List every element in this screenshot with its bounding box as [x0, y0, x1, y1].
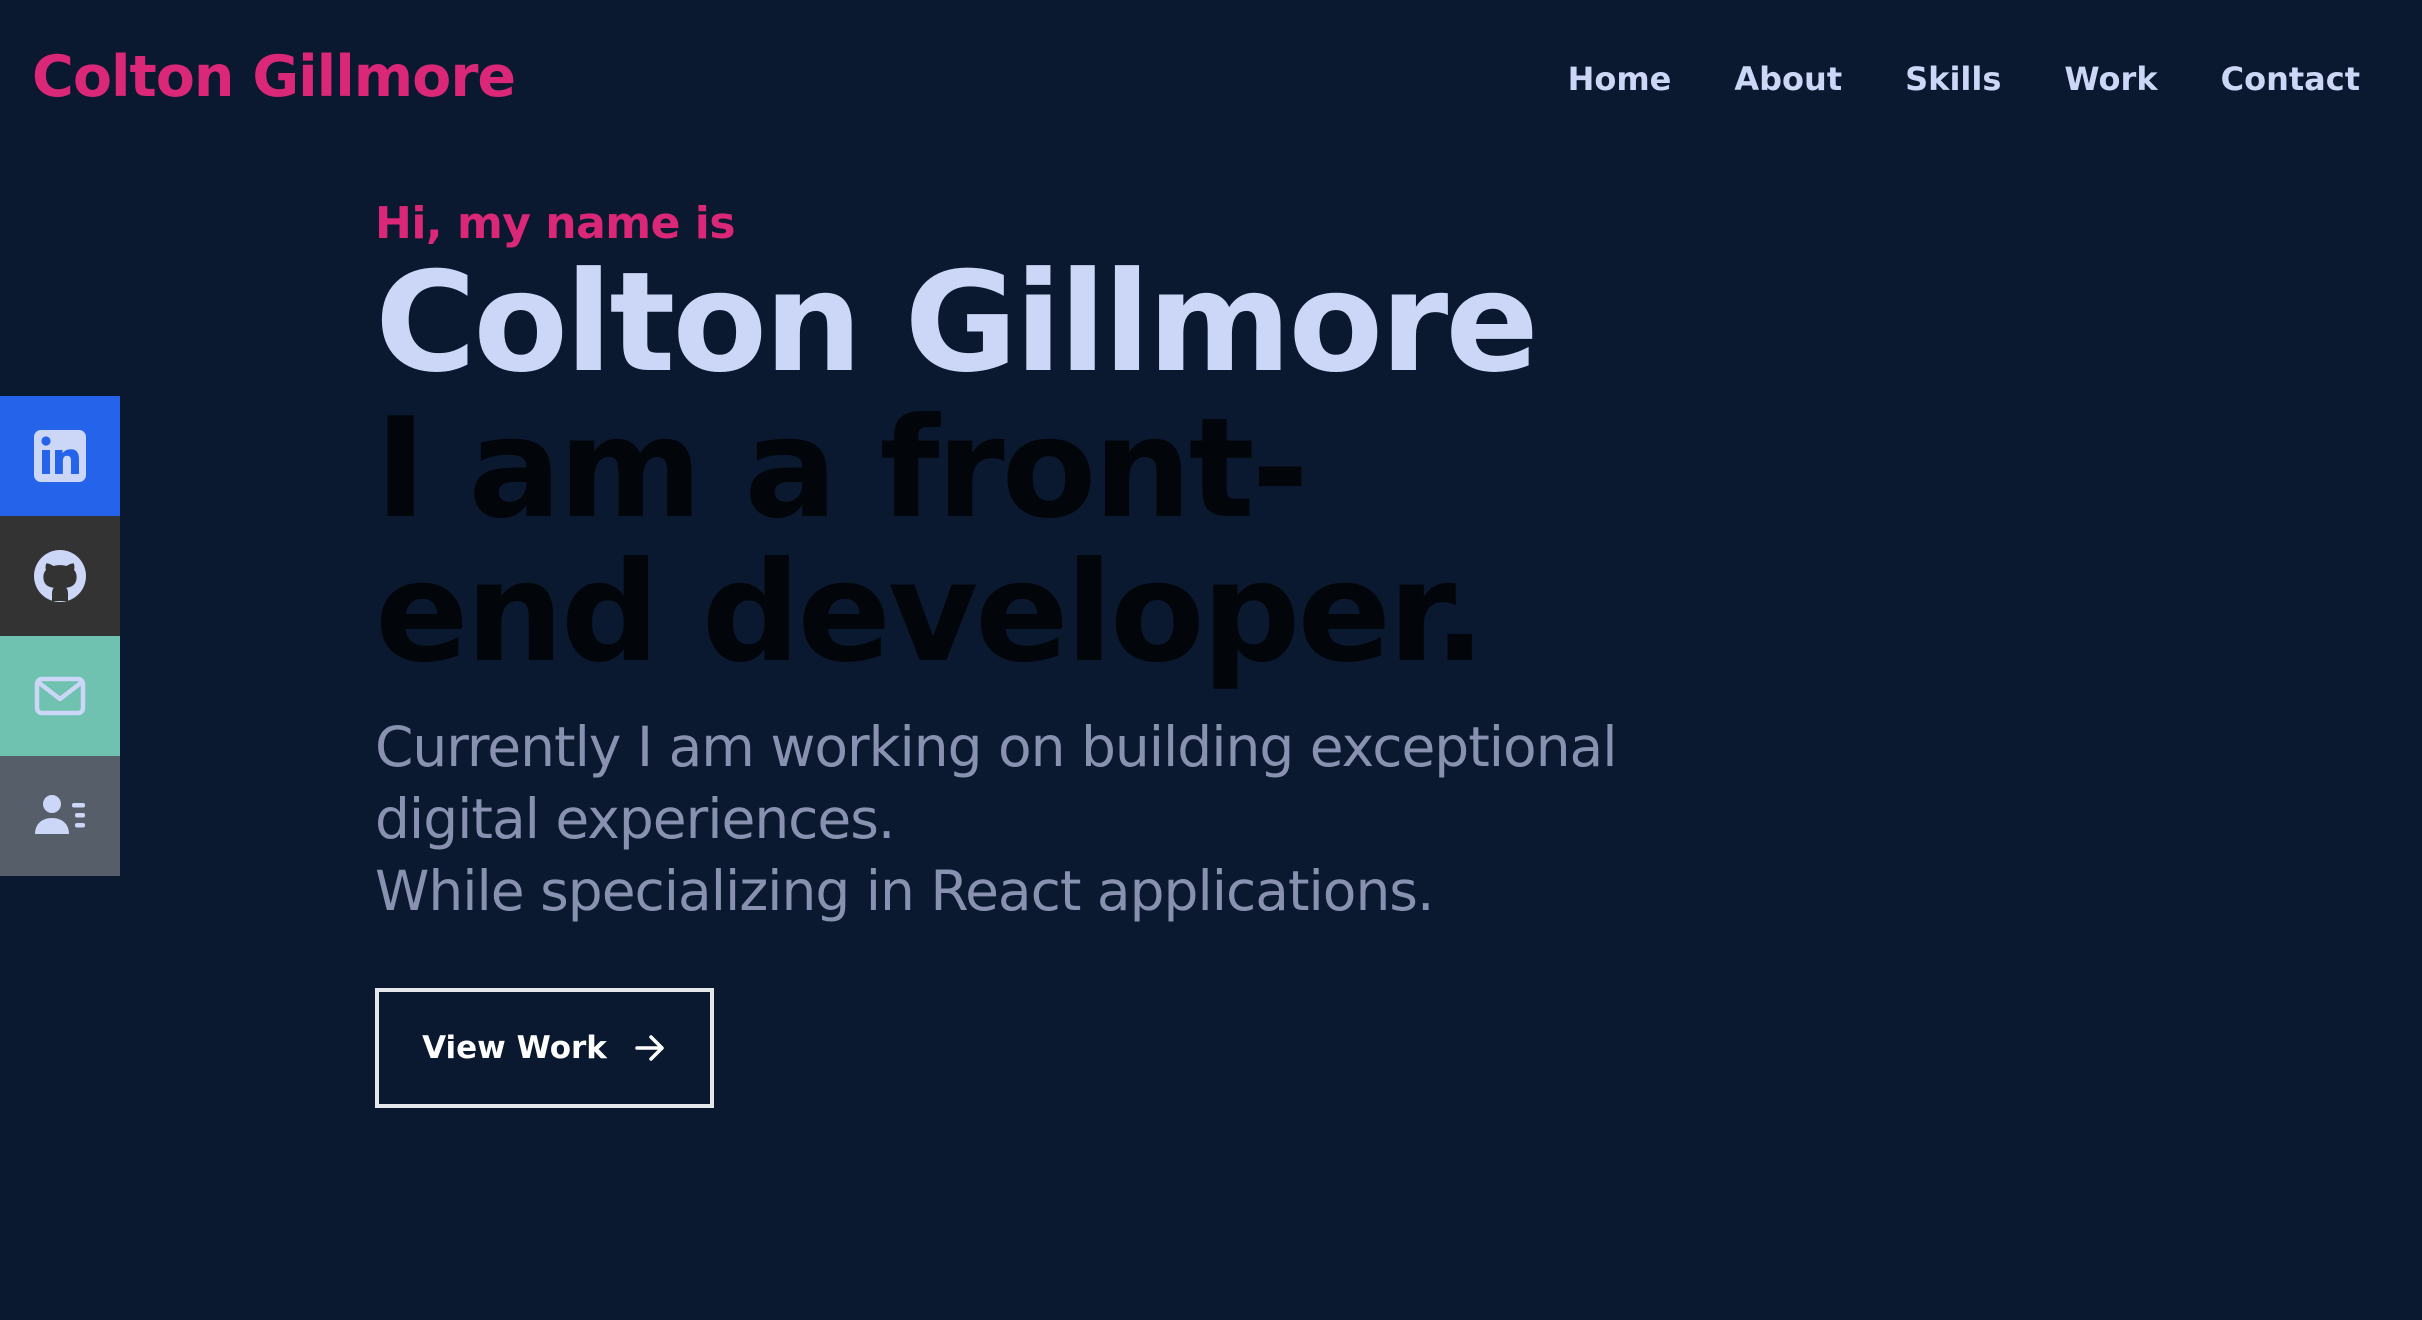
- resume-icon: [35, 795, 85, 834]
- view-work-button[interactable]: View Work: [375, 988, 714, 1108]
- mail-icon: [34, 676, 86, 716]
- nav-about[interactable]: About: [1734, 60, 1842, 98]
- social-sidebar: [0, 396, 120, 876]
- hero-description-line-2: While specializing in React applications…: [375, 859, 1434, 923]
- view-work-label: View Work: [422, 1030, 607, 1066]
- nav-home[interactable]: Home: [1568, 60, 1672, 98]
- github-icon: [34, 550, 86, 602]
- nav-contact[interactable]: Contact: [2221, 60, 2360, 98]
- logo[interactable]: Colton Gillmore: [32, 44, 516, 110]
- site-header: Colton Gillmore Home About Skills Work C…: [0, 0, 2422, 160]
- nav-work[interactable]: Work: [2064, 60, 2157, 98]
- page: Colton Gillmore Home About Skills Work C…: [0, 0, 2422, 1320]
- linkedin-icon: [34, 430, 86, 482]
- nav-skills[interactable]: Skills: [1905, 60, 2001, 98]
- resume-link[interactable]: [0, 756, 120, 876]
- hero-role: I am a front-end developer.: [375, 388, 1486, 693]
- hero-section: Hi, my name is Colton Gillmore I am a fr…: [375, 198, 1875, 927]
- email-link[interactable]: [0, 636, 120, 756]
- hero-description: Currently I am working on building excep…: [375, 711, 1775, 927]
- main-nav: Home About Skills Work Contact: [1568, 60, 2360, 98]
- github-link[interactable]: [0, 516, 120, 636]
- hero-name: Colton Gillmore: [375, 242, 1539, 403]
- hero-description-line-1: Currently I am working on building excep…: [375, 715, 1618, 851]
- linkedin-link[interactable]: [0, 396, 120, 516]
- arrow-right-icon: [635, 1035, 664, 1061]
